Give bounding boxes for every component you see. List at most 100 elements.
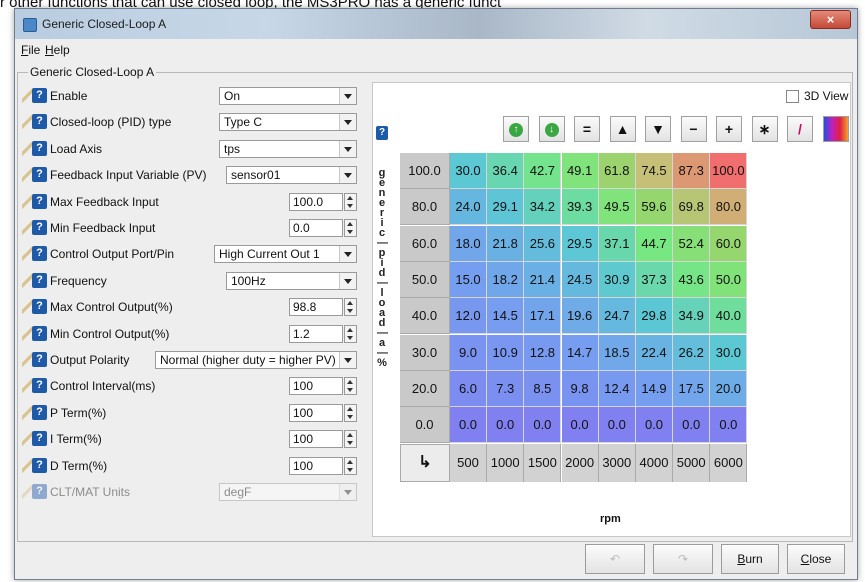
- setting-dropdown[interactable]: sensor01: [226, 166, 357, 185]
- table-cell[interactable]: 0.0: [710, 407, 748, 444]
- table-cell[interactable]: 12.0: [450, 298, 487, 335]
- setting-dropdown[interactable]: tps: [219, 139, 357, 158]
- y-axis-cell[interactable]: 50.0: [400, 261, 450, 298]
- y-axis-cell[interactable]: 40.0: [400, 298, 450, 335]
- undo-button[interactable]: ↶: [585, 544, 645, 574]
- table-cell[interactable]: 22.4: [636, 334, 673, 371]
- axis-swap-icon[interactable]: ↳: [400, 444, 450, 483]
- spinner-input[interactable]: 100: [289, 377, 343, 396]
- help-icon[interactable]: ?: [32, 404, 47, 420]
- table-cell[interactable]: 24.5: [561, 261, 599, 298]
- minus-icon[interactable]: −: [680, 116, 707, 142]
- x-axis-cell[interactable]: 1000: [487, 444, 525, 483]
- table-cell[interactable]: 36.4: [487, 153, 525, 189]
- setting-dropdown[interactable]: On: [219, 87, 357, 105]
- color-palette-icon[interactable]: [822, 116, 849, 142]
- table-cell[interactable]: 49.5: [598, 189, 636, 226]
- table-cell[interactable]: 14.5: [487, 298, 525, 335]
- table-cell[interactable]: 10.9: [487, 334, 525, 371]
- spinner-input[interactable]: 100: [289, 456, 343, 475]
- window-close-button[interactable]: ×: [810, 10, 851, 29]
- help-icon[interactable]: ?: [32, 484, 47, 499]
- y-axis-cell[interactable]: 60.0: [400, 225, 450, 262]
- y-axis-cell[interactable]: 30.0: [400, 334, 450, 371]
- table-cell[interactable]: 21.8: [487, 225, 525, 262]
- table-cell[interactable]: 61.8: [598, 153, 636, 189]
- x-axis-cell[interactable]: 500: [450, 444, 487, 483]
- table-cell[interactable]: 18.2: [487, 261, 525, 298]
- help-icon[interactable]: ?: [32, 246, 47, 262]
- multiply-icon[interactable]: ∗: [751, 116, 778, 142]
- chevron-down-icon[interactable]: [339, 114, 356, 131]
- table-cell[interactable]: 87.3: [673, 153, 711, 189]
- y-axis-cell[interactable]: 100.0: [400, 153, 450, 189]
- table-cell[interactable]: 52.4: [673, 225, 711, 262]
- spinner-input[interactable]: 1.2: [289, 324, 343, 343]
- spinner-input[interactable]: 100: [289, 403, 343, 422]
- table-cell[interactable]: 7.3: [487, 370, 525, 407]
- setting-spinner[interactable]: 1.2: [289, 324, 357, 343]
- help-icon[interactable]: ?: [32, 299, 47, 315]
- spinner-arrows-icon[interactable]: [344, 192, 357, 211]
- table-cell[interactable]: 29.8: [636, 298, 673, 335]
- setting-spinner[interactable]: 100: [289, 403, 357, 422]
- table-cell[interactable]: 43.6: [673, 261, 711, 298]
- table-cell[interactable]: 25.6: [524, 225, 562, 262]
- table-cell[interactable]: 37.3: [636, 261, 673, 298]
- spinner-input[interactable]: 0.0: [289, 219, 343, 237]
- decrease-icon[interactable]: ▼: [645, 116, 671, 142]
- table-cell[interactable]: 21.4: [524, 261, 562, 298]
- table-cell[interactable]: 0.0: [561, 407, 599, 444]
- spinner-input[interactable]: 98.8: [289, 298, 343, 317]
- y-axis-cell[interactable]: 80.0: [400, 189, 450, 226]
- table-cell[interactable]: 0.0: [673, 407, 711, 444]
- table-cell[interactable]: 0.0: [598, 407, 636, 444]
- help-icon[interactable]: ?: [32, 457, 47, 473]
- setting-dropdown[interactable]: Type C: [219, 113, 357, 132]
- table-cell[interactable]: 39.3: [561, 189, 599, 226]
- table-cell[interactable]: 60.0: [710, 225, 748, 262]
- table-cell[interactable]: 26.2: [673, 334, 711, 371]
- help-icon[interactable]: ?: [32, 88, 47, 103]
- plus-icon[interactable]: +: [716, 116, 742, 142]
- x-axis-cell[interactable]: 4000: [636, 444, 673, 483]
- menu-file[interactable]: File: [21, 43, 40, 57]
- table-cell[interactable]: 0.0: [487, 407, 525, 444]
- table-cell[interactable]: 74.5: [636, 153, 673, 189]
- table-cell[interactable]: 100.0: [710, 153, 748, 189]
- table-cell[interactable]: 9.8: [561, 370, 599, 407]
- spinner-arrows-icon[interactable]: [344, 324, 357, 343]
- table-cell[interactable]: 6.0: [450, 370, 487, 407]
- chevron-down-icon[interactable]: [339, 352, 356, 368]
- spinner-arrows-icon[interactable]: [344, 456, 357, 475]
- 3d-view-checkbox[interactable]: [786, 90, 799, 103]
- spinner-arrows-icon[interactable]: [344, 430, 357, 449]
- up-green-icon[interactable]: ↑: [503, 116, 529, 142]
- table-cell[interactable]: 17.1: [524, 298, 562, 335]
- table-cell[interactable]: 37.1: [598, 225, 636, 262]
- table-cell[interactable]: 30.0: [450, 153, 487, 189]
- setting-spinner[interactable]: 98.8: [289, 298, 357, 317]
- help-icon[interactable]: ?: [32, 431, 47, 447]
- table-cell[interactable]: 42.7: [524, 153, 562, 189]
- table-cell[interactable]: 9.0: [450, 334, 487, 371]
- table-cell[interactable]: 29.5: [561, 225, 599, 262]
- y-axis-cell[interactable]: 20.0: [400, 370, 450, 407]
- x-axis-cell[interactable]: 1500: [524, 444, 562, 483]
- setting-spinner[interactable]: 100.0: [289, 192, 357, 211]
- setting-dropdown[interactable]: High Current Out 1: [214, 245, 357, 264]
- table-cell[interactable]: 12.8: [524, 334, 562, 371]
- chevron-down-icon[interactable]: [339, 484, 356, 500]
- chevron-down-icon[interactable]: [339, 140, 356, 157]
- setting-dropdown[interactable]: 100Hz: [226, 271, 357, 290]
- table-cell[interactable]: 30.9: [598, 261, 636, 298]
- table-cell[interactable]: 59.6: [636, 189, 673, 226]
- table-cell[interactable]: 29.1: [487, 189, 525, 226]
- table-cell[interactable]: 34.2: [524, 189, 562, 226]
- burn-button[interactable]: Burn: [721, 544, 779, 574]
- x-axis-cell[interactable]: 6000: [710, 444, 748, 483]
- table-cell[interactable]: 14.9: [636, 370, 673, 407]
- table-help-icon[interactable]: ?: [376, 126, 388, 140]
- table-cell[interactable]: 17.5: [673, 370, 711, 407]
- help-icon[interactable]: ?: [32, 114, 47, 130]
